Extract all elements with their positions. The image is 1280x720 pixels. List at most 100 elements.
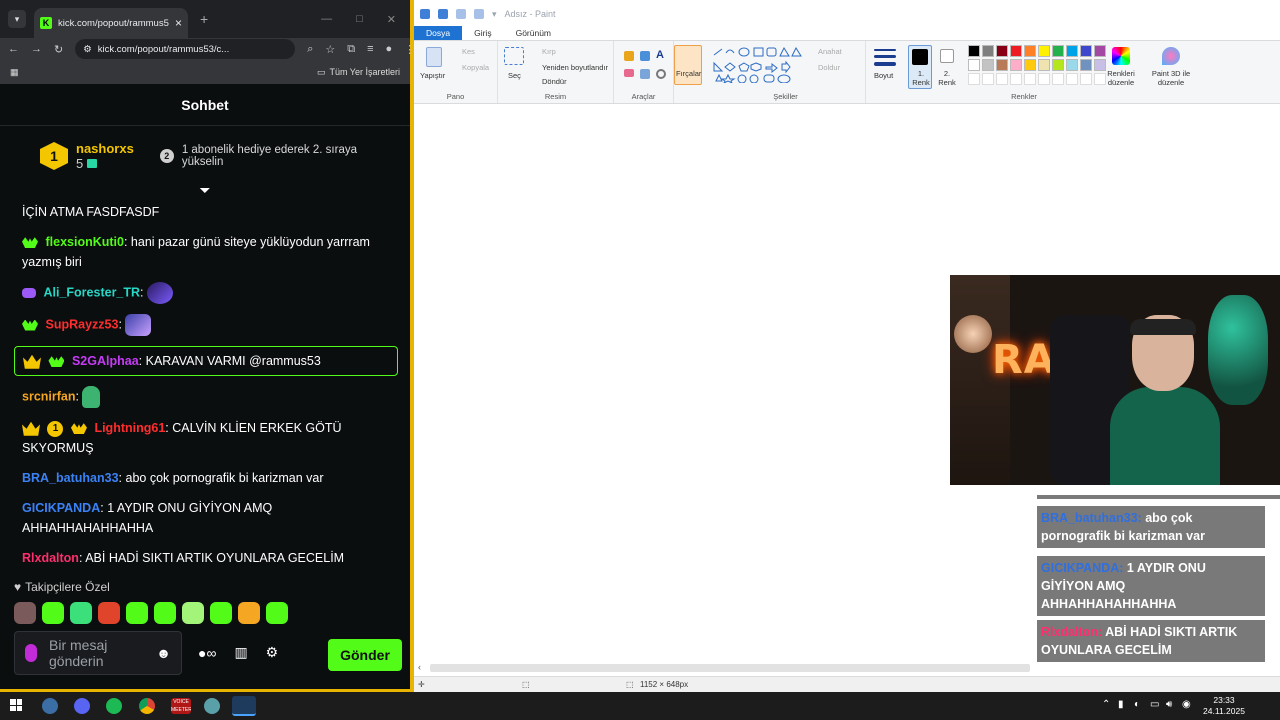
palette-swatch[interactable]	[1024, 45, 1036, 57]
tab-search-icon[interactable]: ▾	[8, 10, 26, 28]
fill-icon[interactable]	[640, 51, 650, 61]
palette-swatch[interactable]	[1010, 59, 1022, 71]
emote-icon[interactable]	[98, 602, 120, 624]
minimize-icon[interactable]: —	[321, 13, 332, 26]
custom-swatch[interactable]	[982, 73, 994, 85]
color2-label[interactable]: 2. Renk	[938, 69, 956, 87]
emote-icon[interactable]	[126, 602, 148, 624]
resize-label[interactable]: Yeniden boyutlandır	[542, 63, 608, 72]
tab-close-icon[interactable]: ×	[175, 16, 182, 30]
custom-swatch[interactable]	[1024, 73, 1036, 85]
custom-swatch[interactable]	[1010, 73, 1022, 85]
taskbar-clock[interactable]: 23:33 24.11.2025	[1200, 695, 1248, 717]
back-icon[interactable]: ←	[8, 43, 19, 55]
kicks-icon[interactable]: ●∞	[198, 645, 216, 661]
tray-overflow-icon[interactable]: ⌃	[1102, 699, 1110, 710]
palette-swatch[interactable]	[1024, 59, 1036, 71]
chat-input[interactable]: Bir mesaj gönderin ☻	[14, 631, 182, 675]
reload-icon[interactable]: ↻	[54, 43, 63, 56]
paint3d-icon[interactable]	[1162, 47, 1180, 65]
paste-label[interactable]: Yapıştır	[420, 71, 445, 80]
custom-swatch[interactable]	[1038, 73, 1050, 85]
edit-colors-icon[interactable]	[1112, 47, 1130, 65]
discord-icon[interactable]	[74, 698, 90, 714]
select-label[interactable]: Seç	[508, 71, 521, 80]
extensions-icon[interactable]: ⧉	[347, 43, 355, 56]
tray-app-icon[interactable]: ▭	[1150, 699, 1159, 710]
pencil-icon[interactable]	[624, 51, 634, 61]
maximize-icon[interactable]: □	[356, 13, 363, 26]
emote-icon[interactable]	[154, 602, 176, 624]
crop-label[interactable]: Kırp	[542, 47, 556, 56]
magnifier-icon[interactable]	[656, 69, 666, 79]
tab-home[interactable]: Giriş	[462, 26, 503, 40]
tab-file[interactable]: Dosya	[414, 26, 463, 40]
window-close-icon[interactable]: ✕	[387, 13, 396, 26]
chat-username[interactable]: flexsionKuti0	[45, 235, 124, 249]
paste-icon[interactable]	[426, 47, 442, 67]
copy-label[interactable]: Kopyala	[462, 63, 489, 72]
emote-icon[interactable]	[210, 602, 232, 624]
custom-swatch[interactable]	[1080, 73, 1092, 85]
tray-app-icon[interactable]: ◐	[1134, 699, 1140, 710]
color2-swatch[interactable]	[940, 49, 954, 63]
chat-username[interactable]: Lightning61	[94, 421, 165, 435]
palette-swatch[interactable]	[1080, 45, 1092, 57]
palette-swatch[interactable]	[968, 45, 980, 57]
chat-username[interactable]: Rlxdalton	[22, 551, 79, 565]
brush-icon[interactable]	[674, 45, 702, 85]
custom-swatch[interactable]	[1052, 73, 1064, 85]
taskbar-app-icon[interactable]	[42, 698, 58, 714]
palette-swatch[interactable]	[982, 45, 994, 57]
undo-icon[interactable]	[456, 9, 466, 19]
edit-colors-label[interactable]: Renkleri düzenle	[1100, 69, 1142, 87]
spotify-icon[interactable]	[106, 698, 122, 714]
chat-username[interactable]: BRA_batuhan33	[22, 471, 119, 485]
emote-icon[interactable]	[182, 602, 204, 624]
palette-swatch[interactable]	[968, 59, 980, 71]
apps-grid-icon[interactable]: ▦	[10, 67, 19, 78]
paint3d-label[interactable]: Paint 3D ile düzenle	[1146, 69, 1196, 87]
pinned-username[interactable]: nashorxs	[76, 141, 134, 156]
rotate-label[interactable]: Döndür	[542, 77, 567, 86]
custom-swatch[interactable]	[1066, 73, 1078, 85]
chat-username[interactable]: srcnirfan	[22, 389, 76, 403]
qat-dropdown-icon[interactable]: ▾	[492, 9, 497, 20]
horizontal-scrollbar[interactable]	[430, 664, 1030, 672]
zoom-icon[interactable]: ⌕	[307, 43, 313, 56]
palette-swatch[interactable]	[996, 59, 1008, 71]
emote-icon[interactable]	[238, 602, 260, 624]
chrome-icon[interactable]	[139, 698, 155, 714]
voicemeeter-icon[interactable]: VOICE MEETER	[171, 698, 191, 714]
start-windows-icon[interactable]	[10, 699, 22, 711]
color-picker-icon[interactable]	[640, 69, 650, 79]
browser-tab[interactable]: K kick.com/popout/rammus53/c ×	[34, 8, 188, 38]
palette-swatch[interactable]	[1038, 45, 1050, 57]
palette-swatch[interactable]	[1080, 59, 1092, 71]
microphone-icon[interactable]	[25, 644, 37, 662]
chat-username[interactable]: SupRayzz53	[45, 317, 118, 331]
emote-icon[interactable]	[266, 602, 288, 624]
shapes-gallery-icon[interactable]	[712, 47, 812, 83]
palette-swatch[interactable]	[982, 59, 994, 71]
eraser-icon[interactable]	[624, 69, 634, 77]
all-bookmarks-button[interactable]: ▭ Tüm Yer İşaretleri	[317, 67, 400, 78]
palette-swatch[interactable]	[1066, 59, 1078, 71]
palette-swatch[interactable]	[1052, 59, 1064, 71]
settings-gear-icon[interactable]: ⚙	[266, 644, 279, 661]
taskbar-app-icon[interactable]	[204, 698, 220, 714]
fill-label[interactable]: Doldur	[818, 63, 840, 72]
palette-swatch[interactable]	[1038, 59, 1050, 71]
palette-swatch[interactable]	[996, 45, 1008, 57]
bookmark-star-icon[interactable]: ☆	[325, 43, 335, 56]
emote-icon[interactable]	[42, 602, 64, 624]
size-label[interactable]: Boyut	[874, 71, 893, 80]
address-bar[interactable]: ⚙ kick.com/popout/rammus53/c...	[75, 39, 296, 59]
profile-avatar-icon[interactable]: ●	[386, 43, 393, 55]
tab-view[interactable]: Görünüm	[504, 26, 563, 40]
palette-swatch[interactable]	[1066, 45, 1078, 57]
brushes-label[interactable]: Fırçalar	[676, 69, 701, 78]
emoji-icon[interactable]: ☻	[156, 645, 171, 661]
custom-swatch[interactable]	[996, 73, 1008, 85]
media-icon[interactable]: ≡	[367, 43, 373, 55]
